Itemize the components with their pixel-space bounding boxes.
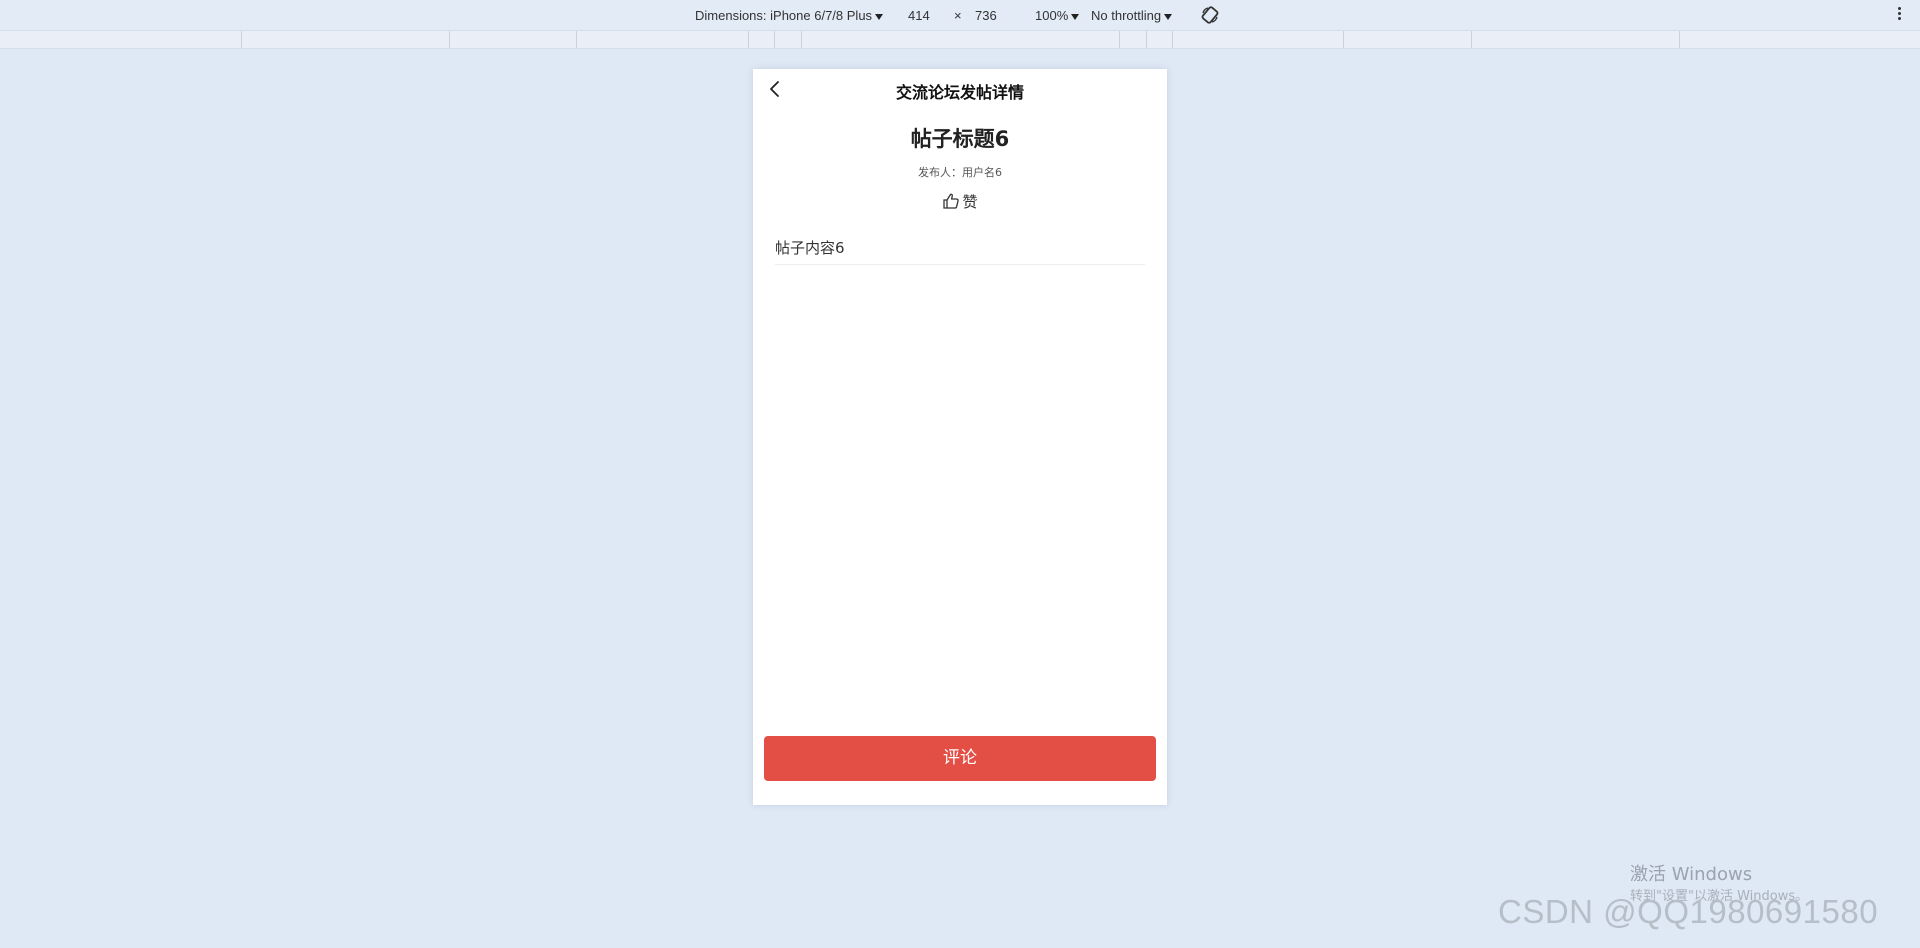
like-label: 赞 <box>962 193 978 211</box>
caret-down-icon <box>1164 13 1173 20</box>
navbar: 交流论坛发帖详情 <box>753 69 1167 111</box>
media-query-ruler <box>0 31 1920 49</box>
more-options-icon[interactable] <box>1898 7 1902 23</box>
throttling-label: No throttling <box>1091 8 1162 23</box>
device-viewport: 交流论坛发帖详情 帖子标题6 发布人：用户名6 赞 帖子内容6 评论 <box>753 69 1167 805</box>
zoom-label: 100% <box>1035 8 1069 23</box>
devtools-device-toolbar: Dimensions: iPhone 6/7/8 Plus 414 × 736 … <box>0 0 1920 31</box>
post-content: 帖子内容6 <box>775 237 1145 265</box>
device-select-label: Dimensions: iPhone 6/7/8 Plus <box>695 8 873 23</box>
device-select[interactable]: Dimensions: iPhone 6/7/8 Plus <box>695 8 884 23</box>
post-author: 发布人：用户名6 <box>918 166 1002 179</box>
csdn-watermark: CSDN @QQ1980691580 <box>1498 893 1879 930</box>
caret-down-icon <box>1071 13 1080 20</box>
comment-button[interactable]: 评论 <box>764 736 1156 781</box>
throttling-select[interactable]: No throttling <box>1091 8 1173 23</box>
page-title: 交流论坛发帖详情 <box>895 83 1024 102</box>
height-input[interactable]: 736 <box>975 8 997 23</box>
windows-activation-watermark: 激活 Windows <box>1630 864 1753 885</box>
thumbs-up-icon <box>943 193 960 209</box>
post-title: 帖子标题6 <box>910 127 1010 151</box>
width-input[interactable]: 414 <box>908 8 930 23</box>
caret-down-icon <box>875 13 884 20</box>
zoom-select[interactable]: 100% <box>1035 8 1080 23</box>
like-button[interactable]: 赞 <box>753 191 1167 212</box>
times-sign: × <box>954 8 962 23</box>
rotate-icon[interactable] <box>1200 5 1220 25</box>
